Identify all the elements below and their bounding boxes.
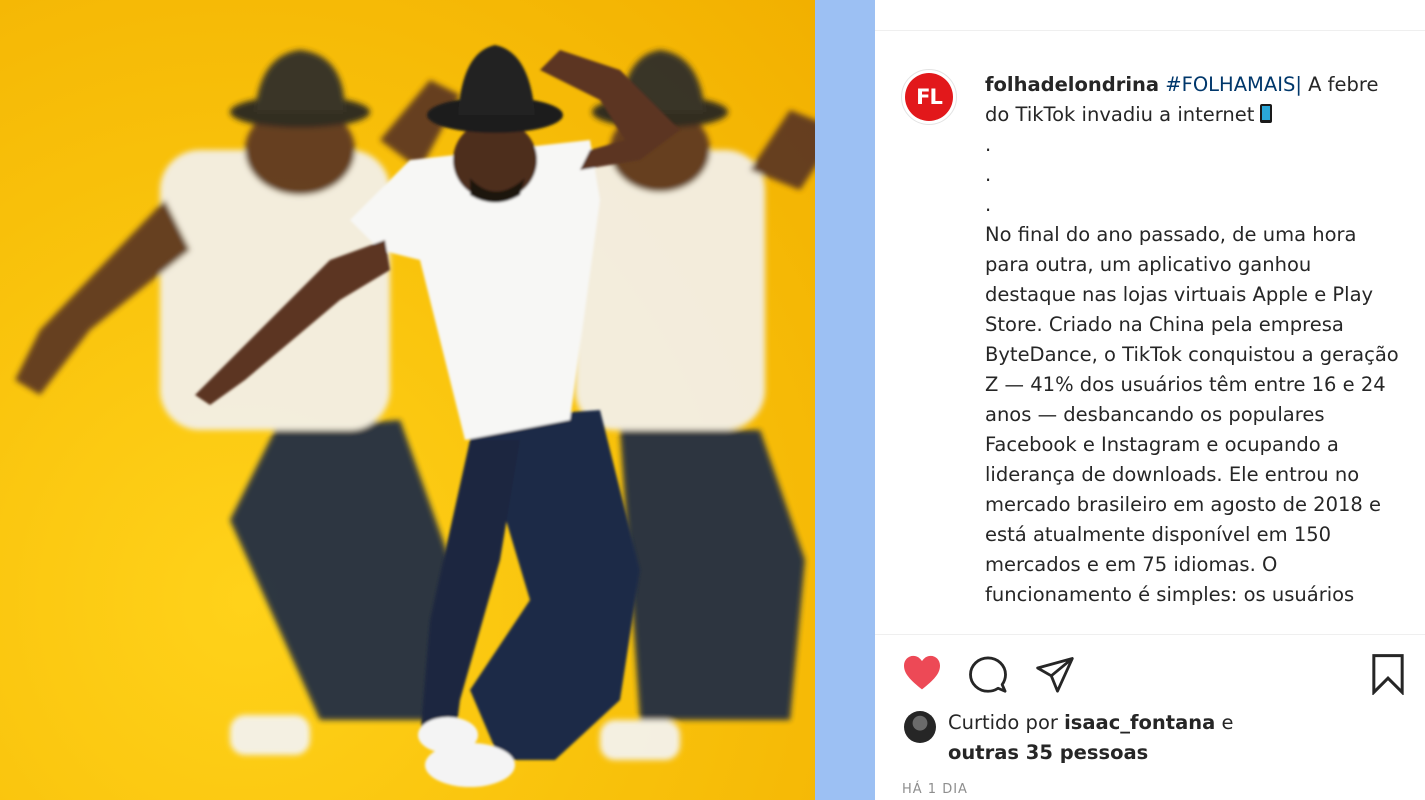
likes-conjunction: e (1221, 711, 1234, 734)
mobile-phone-icon (1260, 104, 1273, 123)
comment-button[interactable] (968, 655, 1008, 695)
likes-others[interactable]: outras 35 pessoas (948, 741, 1148, 764)
divider-actions (875, 634, 1425, 635)
divider-top (875, 30, 1425, 31)
side-strip (815, 0, 875, 800)
likes-prefix: Curtido por (948, 711, 1058, 734)
post-image[interactable] (0, 0, 815, 800)
caption-body: No final do ano passado, de uma hora par… (985, 223, 1399, 606)
likes-summary[interactable]: Curtido por isaac_fontana e outras 35 pe… (948, 708, 1268, 768)
liker-avatar[interactable] (904, 711, 936, 743)
comment-icon (969, 656, 1007, 693)
bookmark-icon (1372, 654, 1404, 696)
caption-dot: . (985, 163, 992, 186)
ghost-figure-left (15, 50, 460, 755)
post-caption: folhadelondrina #FOLHAMAIS| A febre do T… (985, 70, 1400, 625)
save-button[interactable] (1368, 653, 1408, 696)
avatar-logo: FL (905, 73, 953, 121)
share-button[interactable] (1035, 656, 1075, 694)
heart-icon (904, 655, 940, 690)
author-username[interactable]: folhadelondrina (985, 73, 1159, 96)
share-icon (1036, 657, 1074, 693)
dancer-illustration (15, 45, 815, 787)
caption-hashtag[interactable]: #FOLHAMAIS| (1165, 73, 1302, 96)
liker-username[interactable]: isaac_fontana (1064, 711, 1215, 734)
caption-dot: . (985, 133, 992, 156)
caption-dot: . (985, 193, 992, 216)
like-button[interactable] (902, 655, 942, 691)
post-timestamp[interactable]: HÁ 1 DIA (902, 782, 968, 797)
author-avatar[interactable]: FL (901, 69, 957, 125)
